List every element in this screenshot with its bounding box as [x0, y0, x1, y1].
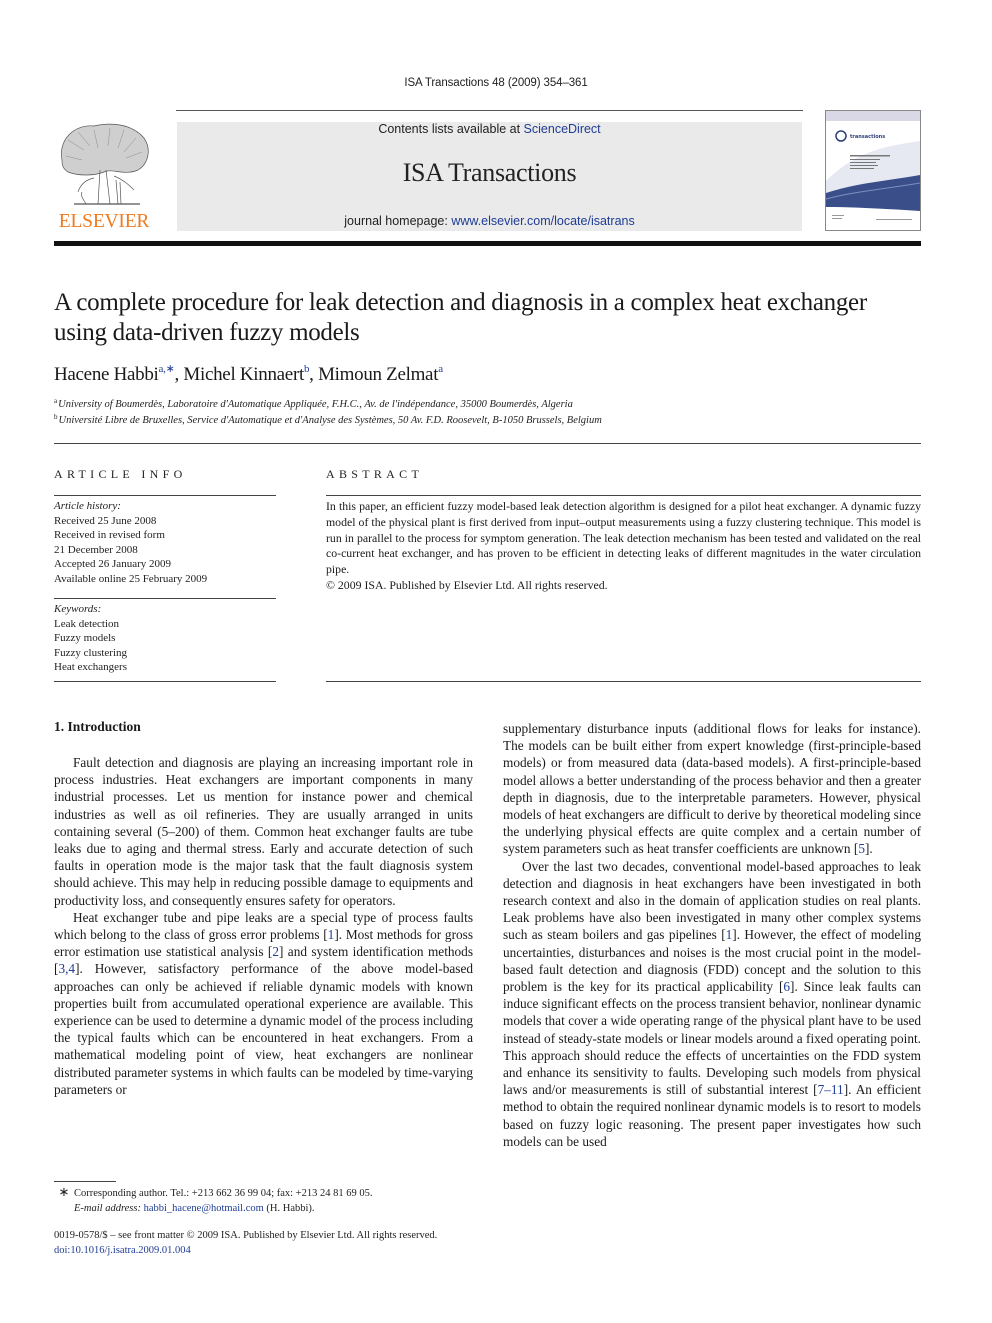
paragraph-text: supplementary disturbance inputs (additi… [503, 721, 921, 857]
header-rule [176, 110, 803, 111]
author-name: Hacene Habbi [54, 364, 159, 385]
keyword-item: Heat exchangers [54, 661, 127, 673]
article-title: A complete procedure for leak detection … [54, 289, 867, 346]
divider [326, 681, 921, 682]
paragraph-text: ]. Since leak faults can induce signific… [503, 979, 921, 1098]
paragraph-text: ]. [864, 841, 873, 857]
article-info-heading: ARTICLE INFO [54, 467, 187, 481]
author-list: Hacene Habbia,∗, Michel Kinnaertb, Mimou… [54, 363, 443, 385]
paragraph-text: Fault detection and diagnosis are playin… [54, 755, 473, 908]
elsevier-wordmark: ELSEVIER [58, 211, 150, 232]
history-item: Accepted 26 January 2009 [54, 558, 171, 570]
body-paragraph: Fault detection and diagnosis are playin… [54, 754, 473, 909]
body-paragraph: Over the last two decades, conventional … [503, 858, 921, 1150]
citation-link[interactable]: 7–11 [818, 1082, 844, 1097]
keyword-item: Leak detection [54, 617, 120, 630]
divider [54, 598, 276, 599]
issn-line: 0019-0578/$ – see front matter © 2009 IS… [54, 1230, 438, 1241]
cover-journal-name: transactions [850, 134, 885, 140]
homepage-line: journal homepage: www.elsevier.com/locat… [344, 214, 635, 228]
journal-homepage-link[interactable]: www.elsevier.com/locate/isatrans [451, 214, 634, 228]
footnote-symbol: ∗ [58, 1184, 70, 1199]
divider [54, 495, 276, 496]
citation-link[interactable]: 3,4 [58, 961, 75, 976]
abstract-text: In this paper, an efficient fuzzy model-… [326, 499, 921, 577]
abstract-copyright: © 2009 ISA. Published by Elsevier Ltd. A… [326, 577, 608, 592]
section-heading: 1. Introduction [54, 719, 141, 734]
author-name: Mimoun Zelmat [318, 364, 439, 385]
divider [326, 495, 921, 496]
author-affiliation-marker[interactable]: a [438, 363, 443, 375]
body-right-column: supplementary disturbance inputs (additi… [503, 720, 921, 1150]
citation-link[interactable]: 2 [272, 944, 279, 959]
history-item: Received in revised form [54, 529, 165, 541]
author-name: Michel Kinnaert [183, 364, 304, 385]
history-item: 21 December 2008 [54, 543, 138, 556]
footnote: ∗ Corresponding author. Tel.: +213 662 36… [54, 1184, 504, 1216]
author-affiliation-marker[interactable]: b [304, 363, 310, 375]
sciencedirect-link[interactable]: ScienceDirect [524, 122, 601, 136]
article-history: Article history: Received 25 June 2008 R… [54, 499, 276, 586]
history-item: Received 25 June 2008 [54, 514, 157, 527]
journal-cover-thumbnail: transactions [825, 110, 921, 231]
keywords-label: Keywords: [54, 603, 102, 615]
abstract-heading: ABSTRACT [326, 467, 424, 481]
divider [54, 443, 921, 444]
abstract: In this paper, an efficient fuzzy model-… [326, 499, 921, 594]
author-affiliation-marker[interactable]: a,∗ [159, 363, 175, 375]
affiliation: bUniversité Libre de Bruxelles, Service … [54, 413, 602, 426]
running-head: ISA Transactions 48 (2009) 354–361 [404, 77, 588, 89]
contents-line: Contents lists available at ScienceDirec… [378, 122, 601, 136]
keywords: Keywords: Leak detection Fuzzy models Fu… [54, 602, 276, 675]
keyword-item: Fuzzy clustering [54, 646, 128, 659]
paragraph-text: ]. However, satisfactory performance of … [54, 961, 473, 1097]
article-history-label: Article history: [54, 500, 121, 512]
divider [54, 681, 276, 682]
history-item: Available online 25 February 2009 [54, 572, 208, 585]
footnote-rule [54, 1181, 116, 1182]
citation-link[interactable]: 5 [858, 841, 865, 856]
masthead-thick-rule [54, 241, 921, 246]
front-matter: 0019-0578/$ – see front matter © 2009 IS… [54, 1228, 524, 1258]
body-paragraph: supplementary disturbance inputs (additi… [503, 720, 921, 858]
doi-link[interactable]: doi:10.1016/j.isatra.2009.01.004 [54, 1243, 524, 1258]
body-left-column: Fault detection and diagnosis are playin… [54, 754, 473, 1098]
journal-masthead: Contents lists available at ScienceDirec… [177, 122, 802, 231]
journal-title: ISA Transactions [402, 158, 577, 187]
body-paragraph: Heat exchanger tube and pipe leaks are a… [54, 909, 473, 1098]
affiliation: aUniversity of Boumerdès, Laboratoire d'… [54, 397, 573, 410]
email-link[interactable]: habbi_hacene@hotmail.com [144, 1203, 264, 1214]
keyword-item: Fuzzy models [54, 632, 116, 644]
